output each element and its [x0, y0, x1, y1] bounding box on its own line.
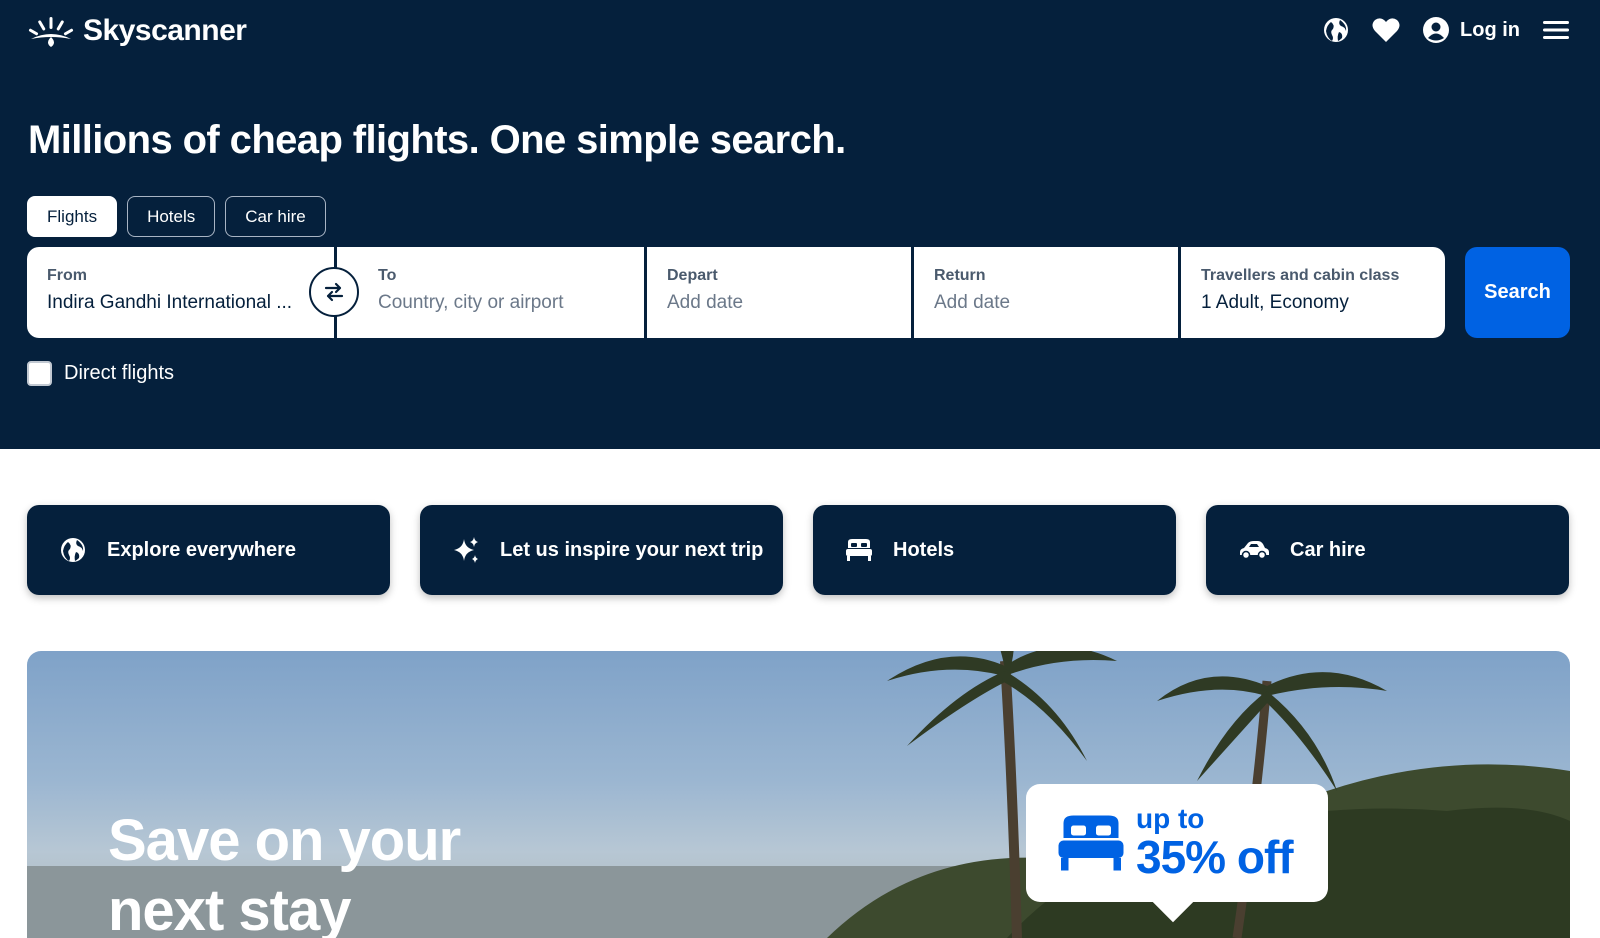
hotels-card-label: Hotels	[893, 538, 955, 561]
direct-flights-option: Direct flights	[27, 361, 174, 386]
region-globe-button[interactable]	[1322, 16, 1350, 44]
direct-flights-checkbox[interactable]	[27, 361, 52, 386]
tab-flights[interactable]: Flights	[27, 196, 118, 237]
main-menu-button[interactable]	[1542, 19, 1570, 41]
user-avatar-icon	[1423, 17, 1450, 43]
depart-placeholder: Add date	[667, 292, 744, 313]
product-tabs: Flights Hotels Car hire	[27, 196, 326, 237]
swap-arrows-icon	[324, 282, 344, 302]
inspire-trip-card[interactable]: Let us inspire your next trip	[420, 505, 783, 595]
hotels-card[interactable]: Hotels	[813, 505, 1176, 595]
tab-car-hire[interactable]: Car hire	[225, 196, 326, 237]
to-field[interactable]: To Country, city or airport	[337, 247, 644, 338]
saved-favourites-button[interactable]	[1372, 17, 1400, 43]
inspire-trip-label: Let us inspire your next trip	[500, 538, 764, 561]
discount-amount: 35% off	[1136, 831, 1294, 883]
brand-name: Skyscanner	[83, 14, 247, 47]
to-placeholder: Country, city or airport	[378, 292, 564, 313]
discount-text: up to 35% off	[1136, 803, 1294, 883]
heart-icon	[1372, 18, 1400, 42]
flight-search-form: From Indira Gandhi International ... To …	[27, 247, 1445, 338]
skyscanner-logo[interactable]: Skyscanner	[27, 14, 247, 48]
swap-locations-button[interactable]	[309, 267, 359, 317]
globe-icon	[61, 538, 85, 562]
discount-badge: up to 35% off	[1026, 784, 1328, 923]
from-label: From	[47, 267, 87, 284]
top-nav: Log in	[1322, 16, 1570, 44]
sparkle-icon	[454, 537, 478, 563]
return-label: Return	[934, 267, 986, 284]
search-button[interactable]: Search	[1465, 247, 1570, 338]
from-field[interactable]: From Indira Gandhi International ...	[27, 247, 334, 338]
to-label: To	[378, 267, 397, 284]
direct-flights-label: Direct flights	[64, 362, 175, 384]
return-date-field[interactable]: Return Add date	[914, 247, 1178, 338]
hamburger-menu-icon	[1543, 21, 1569, 39]
explore-everywhere-label: Explore everywhere	[107, 538, 296, 561]
car-hire-card[interactable]: Car hire	[1206, 505, 1569, 595]
travellers-value: 1 Adult, Economy	[1201, 292, 1349, 313]
tab-hotels[interactable]: Hotels	[127, 196, 216, 237]
hero-title: Millions of cheap flights. One simple se…	[28, 118, 846, 162]
banner-title: Save on your next stay	[108, 808, 461, 938]
quick-links: Explore everywhere Let us inspire your n…	[27, 505, 1569, 595]
discount-prefix: up to	[1136, 803, 1205, 834]
return-placeholder: Add date	[934, 292, 1011, 313]
from-value: Indira Gandhi International ...	[47, 292, 293, 313]
hotel-bed-icon	[846, 539, 872, 561]
sunrise-logo-icon	[28, 17, 74, 47]
travellers-label: Travellers and cabin class	[1201, 267, 1400, 284]
depart-label: Depart	[667, 267, 718, 284]
hotel-bed-icon	[1058, 815, 1124, 871]
explore-everywhere-card[interactable]: Explore everywhere	[27, 505, 390, 595]
hero-section: Skyscanner Log in Millions of cheap flig…	[0, 0, 1600, 449]
depart-date-field[interactable]: Depart Add date	[647, 247, 911, 338]
globe-icon	[1324, 18, 1349, 42]
travellers-cabin-field[interactable]: Travellers and cabin class 1 Adult, Econ…	[1181, 247, 1445, 338]
car-hire-card-label: Car hire	[1290, 538, 1366, 561]
car-icon	[1240, 541, 1269, 560]
login-button[interactable]: Log in	[1422, 16, 1520, 44]
hotel-promo-banner[interactable]: Save on your next stay up to 35% off	[27, 651, 1570, 938]
login-label: Log in	[1460, 18, 1520, 41]
